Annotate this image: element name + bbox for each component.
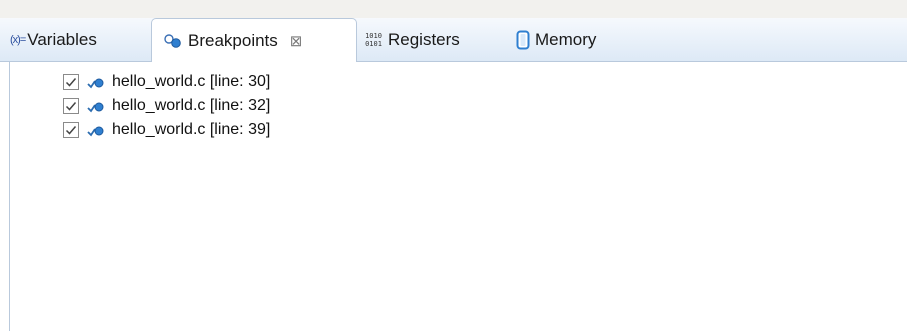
checkmark-icon xyxy=(65,102,77,111)
tab-memory[interactable]: Memory xyxy=(516,18,596,62)
checkmark-icon xyxy=(65,126,77,135)
breakpoint-checkbox[interactable] xyxy=(63,122,79,138)
tab-registers[interactable]: 1010 0101 Registers xyxy=(364,18,460,62)
breakpoints-list: hello_world.c [line: 30] hello_world.c [… xyxy=(9,62,907,331)
tab-variables-label: Variables xyxy=(27,30,97,49)
tab-breakpoints[interactable]: Breakpoints ⊠ xyxy=(151,18,357,63)
line-breakpoint-icon xyxy=(87,99,105,113)
list-item[interactable]: hello_world.c [line: 39] xyxy=(63,118,270,142)
top-strip xyxy=(0,0,907,18)
tab-memory-label: Memory xyxy=(535,30,597,49)
tab-breakpoints-label: Breakpoints xyxy=(188,31,278,50)
memory-icon xyxy=(516,30,530,50)
breakpoint-label: hello_world.c [line: 30] xyxy=(112,73,271,90)
tab-registers-label: Registers xyxy=(388,30,460,49)
breakpoint-checkbox[interactable] xyxy=(63,98,79,114)
breakpoints-icon xyxy=(163,33,183,49)
breakpoint-label: hello_world.c [line: 32] xyxy=(112,97,271,114)
close-icon[interactable]: ⊠ xyxy=(290,32,303,50)
list-item[interactable]: hello_world.c [line: 32] xyxy=(63,94,270,118)
line-breakpoint-icon xyxy=(87,123,105,137)
list-item[interactable]: hello_world.c [line: 30] xyxy=(63,70,270,94)
line-breakpoint-icon xyxy=(87,75,105,89)
breakpoint-checkbox[interactable] xyxy=(63,74,79,90)
checkmark-icon xyxy=(65,78,77,87)
tab-variables[interactable]: (x)= Variables xyxy=(10,18,97,62)
breakpoint-label: hello_world.c [line: 39] xyxy=(112,121,271,138)
debug-view-tabbar: (x)= Variables Breakpoints ⊠ 1010 0101 Re… xyxy=(0,18,907,63)
variables-icon: (x)= xyxy=(10,34,26,46)
registers-icon: 1010 0101 xyxy=(365,32,382,48)
